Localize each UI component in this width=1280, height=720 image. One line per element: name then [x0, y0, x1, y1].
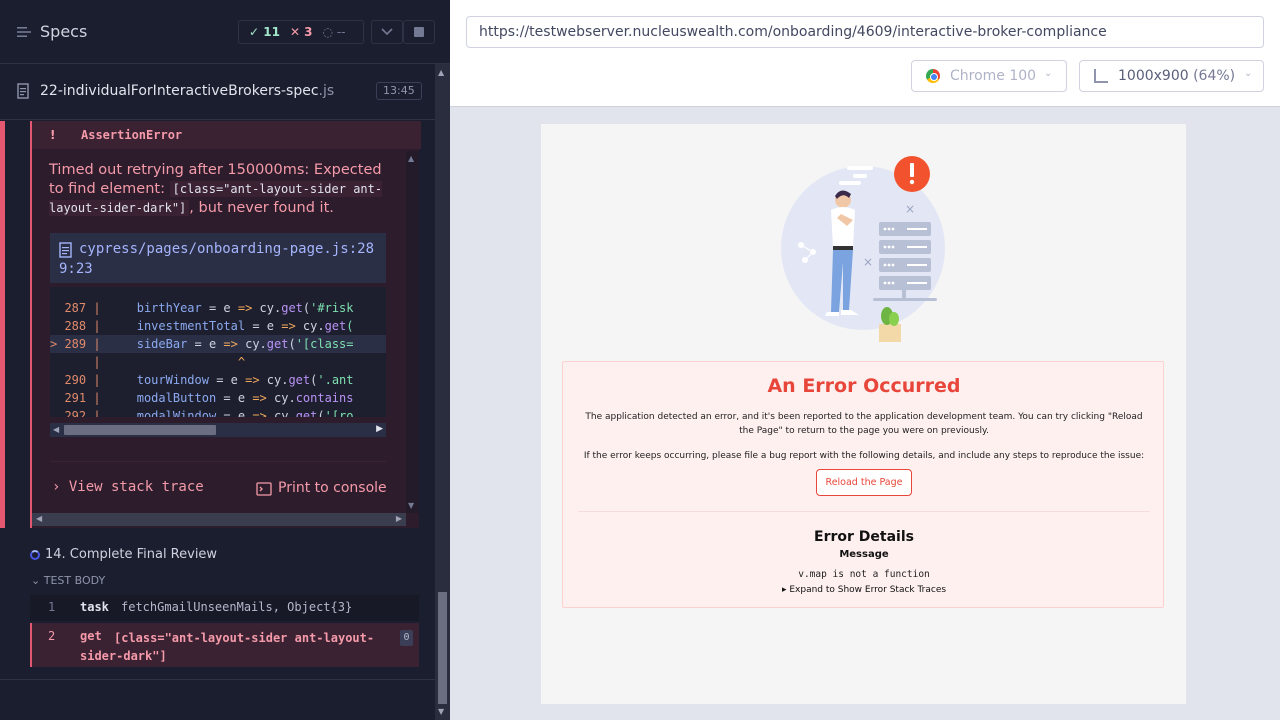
view-stack-trace-button[interactable]: › View stack trace: [52, 479, 204, 495]
chevron-down-icon: ⌄: [1244, 68, 1253, 79]
error-card: An Error Occurred The application detect…: [562, 361, 1164, 608]
error-illustration: × ×: [781, 156, 945, 342]
reporter-header: Specs ✓ 11 ✕ 3 ◌ --: [0, 0, 450, 64]
code-frame-file[interactable]: cypress/pages/onboarding-page.js:289:23: [50, 233, 386, 283]
divider: [0, 679, 435, 680]
scroll-left-icon[interactable]: ◀: [53, 425, 59, 434]
run-stats: ✓ 11 ✕ 3 ◌ --: [238, 20, 364, 44]
stop-button[interactable]: [403, 20, 435, 44]
divider: [578, 511, 1150, 512]
preview-header: https://testwebserver.nucleuswealth.com/…: [450, 0, 1280, 107]
error-title: An Error Occurred: [767, 375, 961, 397]
svg-text:×: ×: [905, 202, 915, 216]
element-count-badge: 0: [400, 630, 413, 646]
scroll-up-icon[interactable]: ▲: [438, 68, 444, 77]
ruler-icon: [1094, 69, 1108, 83]
code-line: 290 | tourWindow = e => cy.get('.ant: [64, 373, 354, 387]
svg-text:×: ×: [863, 255, 873, 269]
chrome-icon: [926, 69, 940, 83]
failed-test-indicator: [0, 121, 5, 528]
error-details-subtitle: Message: [839, 549, 889, 560]
document-icon: [17, 83, 29, 99]
console-icon: [256, 482, 272, 496]
code-line: 292 | modalWindow = e => cy.get('[ro: [64, 409, 354, 417]
code-pointer-line: | ^: [50, 355, 246, 369]
reload-page-button[interactable]: Reload the Page: [816, 469, 912, 496]
reporter-panel: Specs ✓ 11 ✕ 3 ◌ -- 22-individualForInte…: [0, 0, 450, 720]
app-iframe: × × An Error Occurred The application de…: [541, 124, 1186, 704]
code-line: 288 | investmentTotal = e => cy.get(: [64, 319, 354, 333]
scroll-down-icon[interactable]: ▼: [438, 707, 444, 716]
command-row-failed[interactable]: 2 get [class="ant-layout-sider ant-layou…: [30, 623, 419, 667]
code-frame-path[interactable]: cypress/pages/onboarding-page.js:289:23: [59, 239, 384, 279]
app-preview-panel: https://testwebserver.nucleuswealth.com/…: [450, 0, 1280, 720]
specs-title[interactable]: Specs: [40, 22, 87, 41]
error-icon: !: [50, 128, 56, 142]
code-line-highlighted: > 289 | sideBar = e => cy.get('[class=: [50, 335, 386, 353]
passed-count: ✓ 11: [249, 25, 280, 39]
scroll-down-icon[interactable]: ▼: [408, 501, 414, 510]
error-instructions: If the error keeps occurring, please fil…: [583, 451, 1145, 461]
error-scrollbar[interactable]: ▲ ▼: [406, 151, 419, 513]
scroll-up-icon[interactable]: ▲: [408, 154, 414, 163]
scrollbar-thumb[interactable]: [438, 592, 447, 704]
scroll-right-icon[interactable]: ▶: [396, 514, 402, 523]
scroll-right-icon[interactable]: ▶: [376, 424, 383, 434]
browser-selector[interactable]: Chrome 100 ⌄: [911, 60, 1067, 92]
command-log: ! AssertionError Timed out retrying afte…: [0, 121, 435, 679]
spec-duration: 13:45: [376, 82, 422, 100]
code-frame: 287 | birthYear = e => cy.get('#risk 288…: [50, 287, 386, 417]
error-details-title: Error Details: [814, 529, 914, 545]
expand-collapse-button[interactable]: [371, 20, 403, 44]
url-field[interactable]: https://testwebserver.nucleuswealth.com/…: [466, 16, 1264, 48]
error-details-message: v.map is not a function: [798, 569, 930, 580]
print-to-console-button[interactable]: Print to console: [278, 480, 387, 496]
scroll-left-icon[interactable]: ◀: [36, 514, 42, 523]
pending-count: ◌ --: [322, 25, 346, 39]
test-body-toggle[interactable]: ⌄ TEST BODY: [31, 574, 105, 587]
command-row[interactable]: 1 task fetchGmailUnseenMails, Object{3}: [30, 595, 419, 621]
code-frame-scrollbar[interactable]: ◀ ▶: [50, 423, 386, 437]
code-line: 291 | modalButton = e => cy.contains: [64, 391, 354, 405]
code-line: 287 | birthYear = e => cy.get('#risk: [64, 301, 354, 315]
divider: [50, 461, 386, 462]
specs-list-icon[interactable]: [16, 24, 32, 40]
reporter-scrollbar[interactable]: ▲ ▼: [435, 64, 450, 720]
error-panel: ! AssertionError Timed out retrying afte…: [30, 121, 421, 528]
failed-count: ✕ 3: [289, 25, 313, 39]
expand-stack-traces-toggle[interactable]: ▸ Expand to Show Error Stack Traces: [563, 585, 1165, 595]
running-spinner-icon: [30, 550, 40, 560]
test-title[interactable]: 14. Complete Final Review: [45, 547, 217, 562]
chevron-down-icon: ⌄: [1044, 68, 1053, 79]
error-name: AssertionError: [81, 128, 183, 142]
viewport-selector[interactable]: 1000x900 (64%) ⌄: [1079, 60, 1264, 92]
chevron-down-icon: [381, 28, 393, 36]
error-description: The application detected an error, and i…: [585, 412, 1143, 436]
spec-file-name[interactable]: 22-individualForInteractiveBrokers-spec.…: [40, 83, 334, 99]
error-message: Timed out retrying after 150000ms: Expec…: [49, 162, 383, 216]
stop-icon: [414, 27, 424, 37]
error-horizontal-scrollbar[interactable]: ◀ ▶: [32, 513, 406, 526]
scrollbar-thumb[interactable]: [64, 425, 216, 435]
